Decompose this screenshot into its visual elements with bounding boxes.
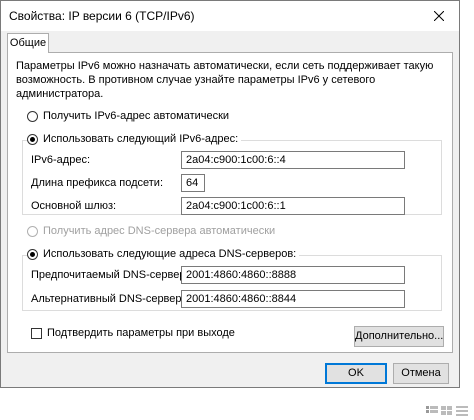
dialog-window: Свойства: IP версии 6 (TCP/IPv6) Общие П…: [0, 0, 460, 388]
gateway-field[interactable]: 2a04:c900:1c00:6::1: [181, 197, 405, 215]
title-bar[interactable]: Свойства: IP версии 6 (TCP/IPv6): [1, 1, 459, 31]
cancel-button[interactable]: Отмена: [393, 363, 449, 384]
close-button[interactable]: [419, 1, 459, 31]
validate-checkbox[interactable]: [31, 327, 42, 339]
ip-manual-radio[interactable]: [27, 133, 38, 145]
description-text: Параметры IPv6 можно назначать автоматич…: [16, 60, 434, 100]
preferred-dns-label: Предпочитаемый DNS-сервер:: [31, 269, 189, 281]
grid-icon: [426, 406, 468, 416]
ip-manual-label: Использовать следующий IPv6-адрес:: [43, 133, 239, 145]
dns-auto-label: Получить адрес DNS-сервера автоматически: [43, 225, 276, 237]
alternate-dns-label: Альтернативный DNS-сервер:: [31, 293, 185, 305]
dns-manual-label: Использовать следующие адреса DNS-сервер…: [43, 248, 297, 260]
dns-manual-radio[interactable]: [27, 248, 38, 260]
dns-manual-option[interactable]: Использовать следующие адреса DNS-сервер…: [27, 248, 300, 260]
grid-icon-middle: [441, 406, 452, 415]
ip-auto-option[interactable]: Получить IPv6-адрес автоматически: [27, 110, 229, 122]
ip-auto-label: Получить IPv6-адрес автоматически: [43, 110, 230, 122]
prefix-length-label: Длина префикса подсети:: [31, 177, 163, 189]
window-title: Свойства: IP версии 6 (TCP/IPv6): [9, 9, 195, 23]
grid-icon-right: [456, 406, 468, 416]
close-icon: [434, 11, 444, 21]
validate-option[interactable]: Подтвердить параметры при выходе: [31, 327, 235, 339]
dns-auto-option[interactable]: Получить адрес DNS-сервера автоматически: [27, 225, 275, 237]
validate-label: Подтвердить параметры при выходе: [47, 327, 235, 339]
dns-auto-radio[interactable]: [27, 225, 38, 237]
ipv6-address-label: IPv6-адрес:: [31, 154, 91, 166]
gateway-label: Основной шлюз:: [31, 200, 117, 212]
ip-manual-option[interactable]: Использовать следующий IPv6-адрес:: [27, 133, 242, 145]
advanced-button[interactable]: Дополнительно...: [354, 326, 444, 347]
prefix-length-field[interactable]: 64: [181, 174, 205, 192]
ip-auto-radio[interactable]: [27, 110, 38, 122]
ipv6-address-field[interactable]: 2a04:c900:1c00:6::4: [181, 151, 405, 169]
ok-button[interactable]: OK: [325, 363, 387, 384]
general-panel: Параметры IPv6 можно назначать автоматич…: [7, 52, 453, 353]
alternate-dns-field[interactable]: 2001:4860:4860::8844: [181, 290, 405, 308]
tab-general[interactable]: Общие: [7, 33, 49, 53]
grid-icon-left: [426, 406, 438, 413]
preferred-dns-field[interactable]: 2001:4860:4860::8888: [181, 266, 405, 284]
